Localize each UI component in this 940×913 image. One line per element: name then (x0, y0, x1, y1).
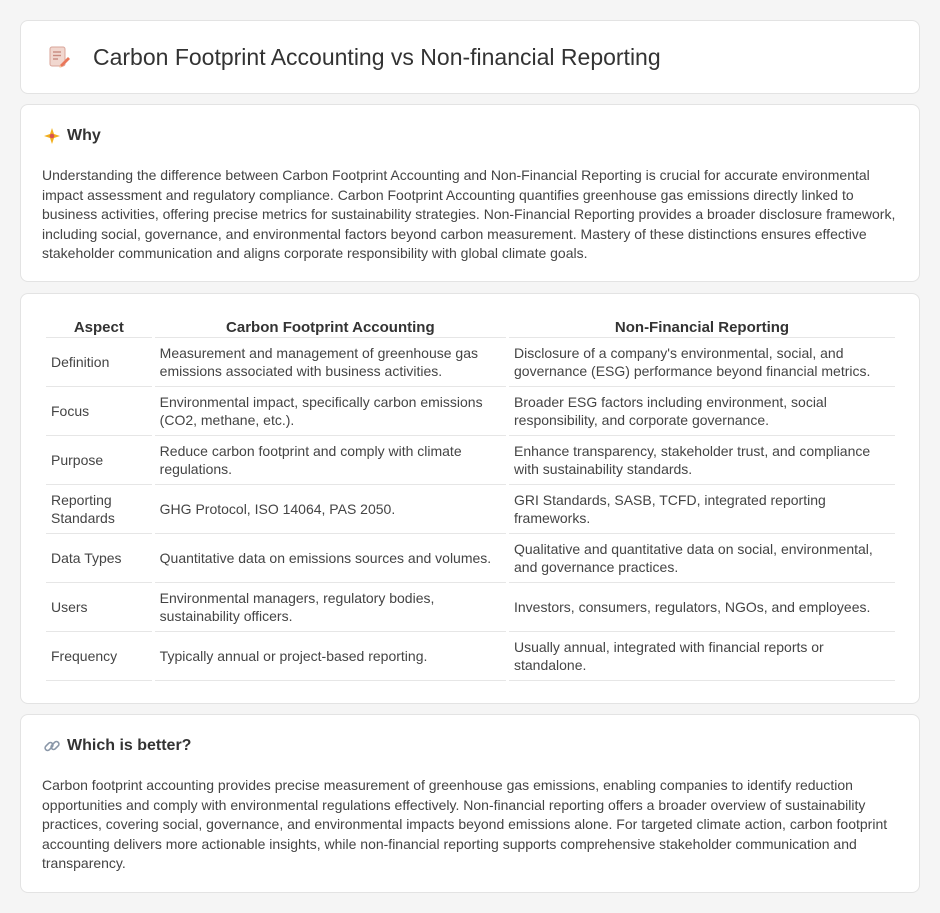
title-card: Carbon Footprint Accounting vs Non-finan… (20, 20, 920, 94)
aspect-cell: Users (46, 583, 152, 632)
table-header-row: Aspect Carbon Footprint Accounting Non-F… (46, 316, 895, 338)
page-title: Carbon Footprint Accounting vs Non-finan… (93, 43, 661, 70)
which-better-title: Which is better? (67, 737, 192, 754)
nonfinancial-cell: Qualitative and quantitative data on soc… (509, 534, 895, 583)
why-section: Why Understanding the difference between… (20, 104, 920, 282)
link-icon (43, 737, 61, 755)
aspect-cell: Frequency (46, 632, 152, 681)
table-row: Frequency Typically annual or project-ba… (46, 632, 895, 681)
header-aspect: Aspect (46, 316, 152, 338)
why-title: Why (67, 127, 101, 144)
carbon-cell: Reduce carbon footprint and comply with … (154, 436, 506, 485)
sparkle-icon (43, 127, 61, 145)
nonfinancial-cell: Disclosure of a company's environmental,… (509, 338, 895, 387)
table-row: Definition Measurement and management of… (46, 338, 895, 387)
nonfinancial-cell: Investors, consumers, regulators, NGOs, … (509, 583, 895, 632)
aspect-cell: Purpose (46, 436, 152, 485)
table-row: Users Environmental managers, regulatory… (46, 583, 895, 632)
carbon-cell: Quantitative data on emissions sources a… (154, 534, 506, 583)
aspect-cell: Definition (46, 338, 152, 387)
aspect-cell: Data Types (46, 534, 152, 583)
why-body: Understanding the difference between Car… (42, 167, 896, 262)
aspect-cell: Focus (46, 387, 152, 436)
comparison-card: Aspect Carbon Footprint Accounting Non-F… (20, 293, 920, 704)
which-better-body: Carbon footprint accounting provides pre… (42, 777, 888, 872)
table-row: Focus Environmental impact, specifically… (46, 387, 895, 436)
carbon-cell: Environmental managers, regulatory bodie… (154, 583, 506, 632)
comparison-table: Aspect Carbon Footprint Accounting Non-F… (43, 316, 898, 681)
carbon-cell: Typically annual or project-based report… (154, 632, 506, 681)
document-pencil-icon (47, 45, 71, 69)
carbon-cell: GHG Protocol, ISO 14064, PAS 2050. (154, 485, 506, 534)
nonfinancial-cell: GRI Standards, SASB, TCFD, integrated re… (509, 485, 895, 534)
header-carbon: Carbon Footprint Accounting (154, 316, 506, 338)
nonfinancial-cell: Enhance transparency, stakeholder trust,… (509, 436, 895, 485)
table-row: Data Types Quantitative data on emission… (46, 534, 895, 583)
nonfinancial-cell: Broader ESG factors including environmen… (509, 387, 895, 436)
header-nonfinancial: Non-Financial Reporting (509, 316, 895, 338)
carbon-cell: Measurement and management of greenhouse… (154, 338, 506, 387)
nonfinancial-cell: Usually annual, integrated with financia… (509, 632, 895, 681)
which-better-section: Which is better? Carbon footprint accoun… (20, 714, 920, 893)
table-row: Reporting Standards GHG Protocol, ISO 14… (46, 485, 895, 534)
aspect-cell: Reporting Standards (46, 485, 152, 534)
carbon-cell: Environmental impact, specifically carbo… (154, 387, 506, 436)
table-row: Purpose Reduce carbon footprint and comp… (46, 436, 895, 485)
